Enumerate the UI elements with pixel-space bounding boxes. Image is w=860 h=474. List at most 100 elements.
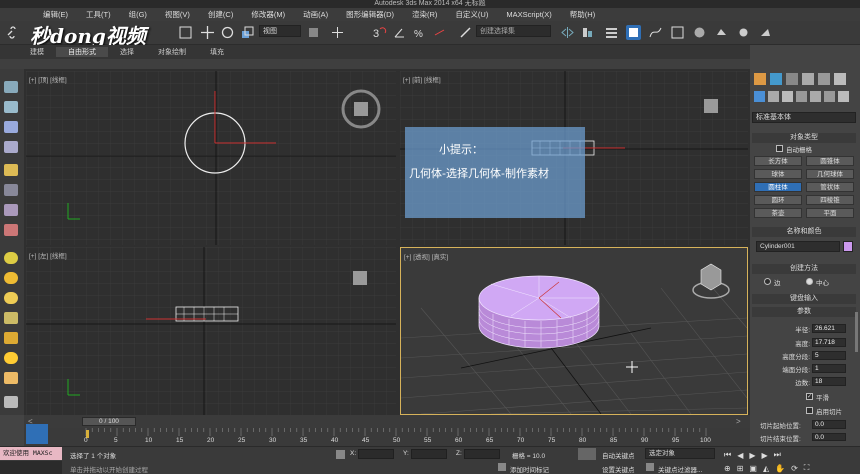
hierarchy-tab-icon[interactable] (786, 73, 798, 85)
ribbon-tab-modeling[interactable]: 建模 (18, 47, 56, 57)
reference-coord-dropdown[interactable]: 视图 (259, 25, 301, 37)
mini-curve-editor-icon[interactable] (26, 424, 48, 444)
layer-manager-icon[interactable] (604, 25, 619, 40)
keyboard-entry-rollout[interactable]: 键盘输入 (752, 294, 856, 304)
scale-icon[interactable] (240, 25, 255, 40)
maxscript-input[interactable] (0, 461, 62, 474)
schematic-view-icon[interactable] (670, 25, 685, 40)
tube-button[interactable]: 管状体 (806, 182, 854, 192)
viewport-top[interactable]: [+] [顶] [线框] (26, 71, 396, 245)
geometry-icon[interactable] (754, 91, 765, 102)
viewport-left[interactable]: [+] [左] [线框] (26, 247, 396, 415)
object-name-field[interactable]: Cylinder001 (756, 241, 840, 252)
percent-snap-icon[interactable]: % (412, 25, 427, 40)
slider-next-icon[interactable]: > (736, 417, 741, 426)
ribbon-tab-object-paint[interactable]: 对象绘制 (146, 47, 198, 57)
name-color-rollout[interactable]: 名称和颜色 (752, 227, 856, 237)
set-key-icon[interactable] (578, 448, 596, 460)
create-tab-icon[interactable] (754, 73, 766, 85)
sides-spinner[interactable]: 18 (812, 377, 846, 386)
field-of-view-icon[interactable]: ◭ (763, 464, 769, 473)
orbit-icon[interactable]: ⟳ (791, 464, 798, 473)
torus-button[interactable]: 圆环 (754, 195, 802, 205)
key-mode-dropdown[interactable]: 选定对象 (645, 448, 715, 459)
viewport-perspective-label[interactable]: [+] [透视] [真实] (404, 251, 448, 261)
auto-key-button[interactable]: 自动关键点 (602, 450, 635, 460)
lights-icon[interactable] (782, 91, 793, 102)
height-segments-spinner[interactable]: 5 (812, 351, 846, 360)
cap-segments-spinner[interactable]: 1 (812, 364, 846, 373)
smooth-checkbox[interactable]: ✓ (806, 393, 813, 400)
maximize-viewport-icon[interactable]: ⛶ (804, 463, 810, 473)
viewport-top-label[interactable]: [+] [顶] [线框] (29, 74, 67, 84)
pyramid-button[interactable]: 四棱锥 (806, 195, 854, 205)
graphite-tools-icon[interactable] (626, 25, 641, 40)
menu-edit[interactable]: 编辑(E) (34, 9, 77, 20)
cameras-icon[interactable] (796, 91, 807, 102)
edge-radio[interactable] (764, 278, 771, 285)
curve-editor-icon[interactable] (648, 25, 663, 40)
menu-customize[interactable]: 自定义(U) (446, 9, 497, 20)
sphere-icon[interactable] (4, 252, 18, 264)
ribbon-tab-selection[interactable]: 选择 (108, 47, 146, 57)
render-frame-icon[interactable] (736, 25, 751, 40)
set-key-button[interactable]: 设置关键点 (602, 464, 635, 474)
expand-arrow-icon[interactable] (4, 396, 18, 408)
slice-on-checkbox[interactable] (806, 407, 813, 414)
material-editor-icon[interactable] (692, 25, 707, 40)
menu-help[interactable]: 帮助(H) (561, 9, 604, 20)
layer-icon[interactable] (4, 121, 18, 133)
zoom-icon[interactable]: ⊕ (724, 464, 731, 473)
cylinder-button[interactable]: 圆柱体 (754, 182, 802, 192)
shapes-icon[interactable] (768, 91, 779, 102)
teapot-button[interactable]: 茶壶 (754, 208, 802, 218)
menu-views[interactable]: 视图(V) (156, 9, 199, 20)
select-object-icon[interactable] (178, 25, 193, 40)
utilities-tab-icon[interactable] (834, 73, 846, 85)
cone-button[interactable]: 圆锥体 (806, 156, 854, 166)
spacewarp-icon[interactable] (4, 224, 18, 236)
track-bar[interactable]: 0 5 10 15 20 25 30 35 40 45 50 55 60 65 … (24, 424, 750, 446)
geosphere-icon[interactable] (4, 272, 18, 284)
box-button[interactable]: 长方体 (754, 156, 802, 166)
sphere-button[interactable]: 球体 (754, 169, 802, 179)
sun-icon[interactable] (4, 352, 18, 364)
zoom-all-icon[interactable]: ⊞ (737, 464, 744, 473)
edit-named-selection-icon[interactable] (458, 25, 473, 40)
light-icon[interactable] (4, 164, 18, 176)
next-frame-icon[interactable]: ▶ (762, 451, 768, 460)
list-icon[interactable] (4, 141, 18, 153)
named-selection-set-field[interactable]: 创建选择集 (476, 25, 551, 37)
move-icon[interactable] (200, 25, 215, 40)
helpers-icon[interactable] (810, 91, 821, 102)
menu-group[interactable]: 组(G) (120, 9, 156, 20)
menu-create[interactable]: 创建(C) (199, 9, 242, 20)
motion-tab-icon[interactable] (802, 73, 814, 85)
spacewarps-icon[interactable] (824, 91, 835, 102)
slice-from-spinner[interactable]: 0.0 (812, 420, 846, 429)
time-slider-thumb[interactable]: 0 / 100 (82, 417, 136, 426)
pivot-icon[interactable] (306, 25, 321, 40)
cone-icon[interactable] (4, 312, 18, 324)
menu-rendering[interactable]: 渲染(R) (403, 9, 446, 20)
x-coord-field[interactable] (358, 449, 394, 459)
play-icon[interactable]: ▶ (749, 451, 755, 460)
render-setup-icon[interactable] (714, 25, 729, 40)
select-manipulate-icon[interactable] (330, 25, 345, 40)
plane-button[interactable]: 平面 (806, 208, 854, 218)
camera-icon[interactable] (4, 184, 18, 196)
align-icon[interactable] (580, 25, 595, 40)
ribbon-tab-populate[interactable]: 填充 (198, 47, 236, 57)
prev-frame-icon[interactable]: ◀ (737, 451, 743, 460)
z-coord-field[interactable] (464, 449, 500, 459)
angle-snap-icon[interactable] (392, 25, 407, 40)
parameters-rollout[interactable]: 参数 (752, 307, 856, 317)
go-to-start-icon[interactable]: ⏮ (724, 450, 731, 460)
spinner-snap-icon[interactable] (432, 25, 447, 40)
torus-icon[interactable] (4, 332, 18, 344)
viewport-left-label[interactable]: [+] [左] [线框] (29, 250, 67, 260)
menu-animation[interactable]: 动画(A) (294, 9, 337, 20)
mirror-icon[interactable] (560, 25, 575, 40)
time-tag-icon[interactable] (498, 463, 506, 471)
geosphere-button[interactable]: 几何球体 (806, 169, 854, 179)
